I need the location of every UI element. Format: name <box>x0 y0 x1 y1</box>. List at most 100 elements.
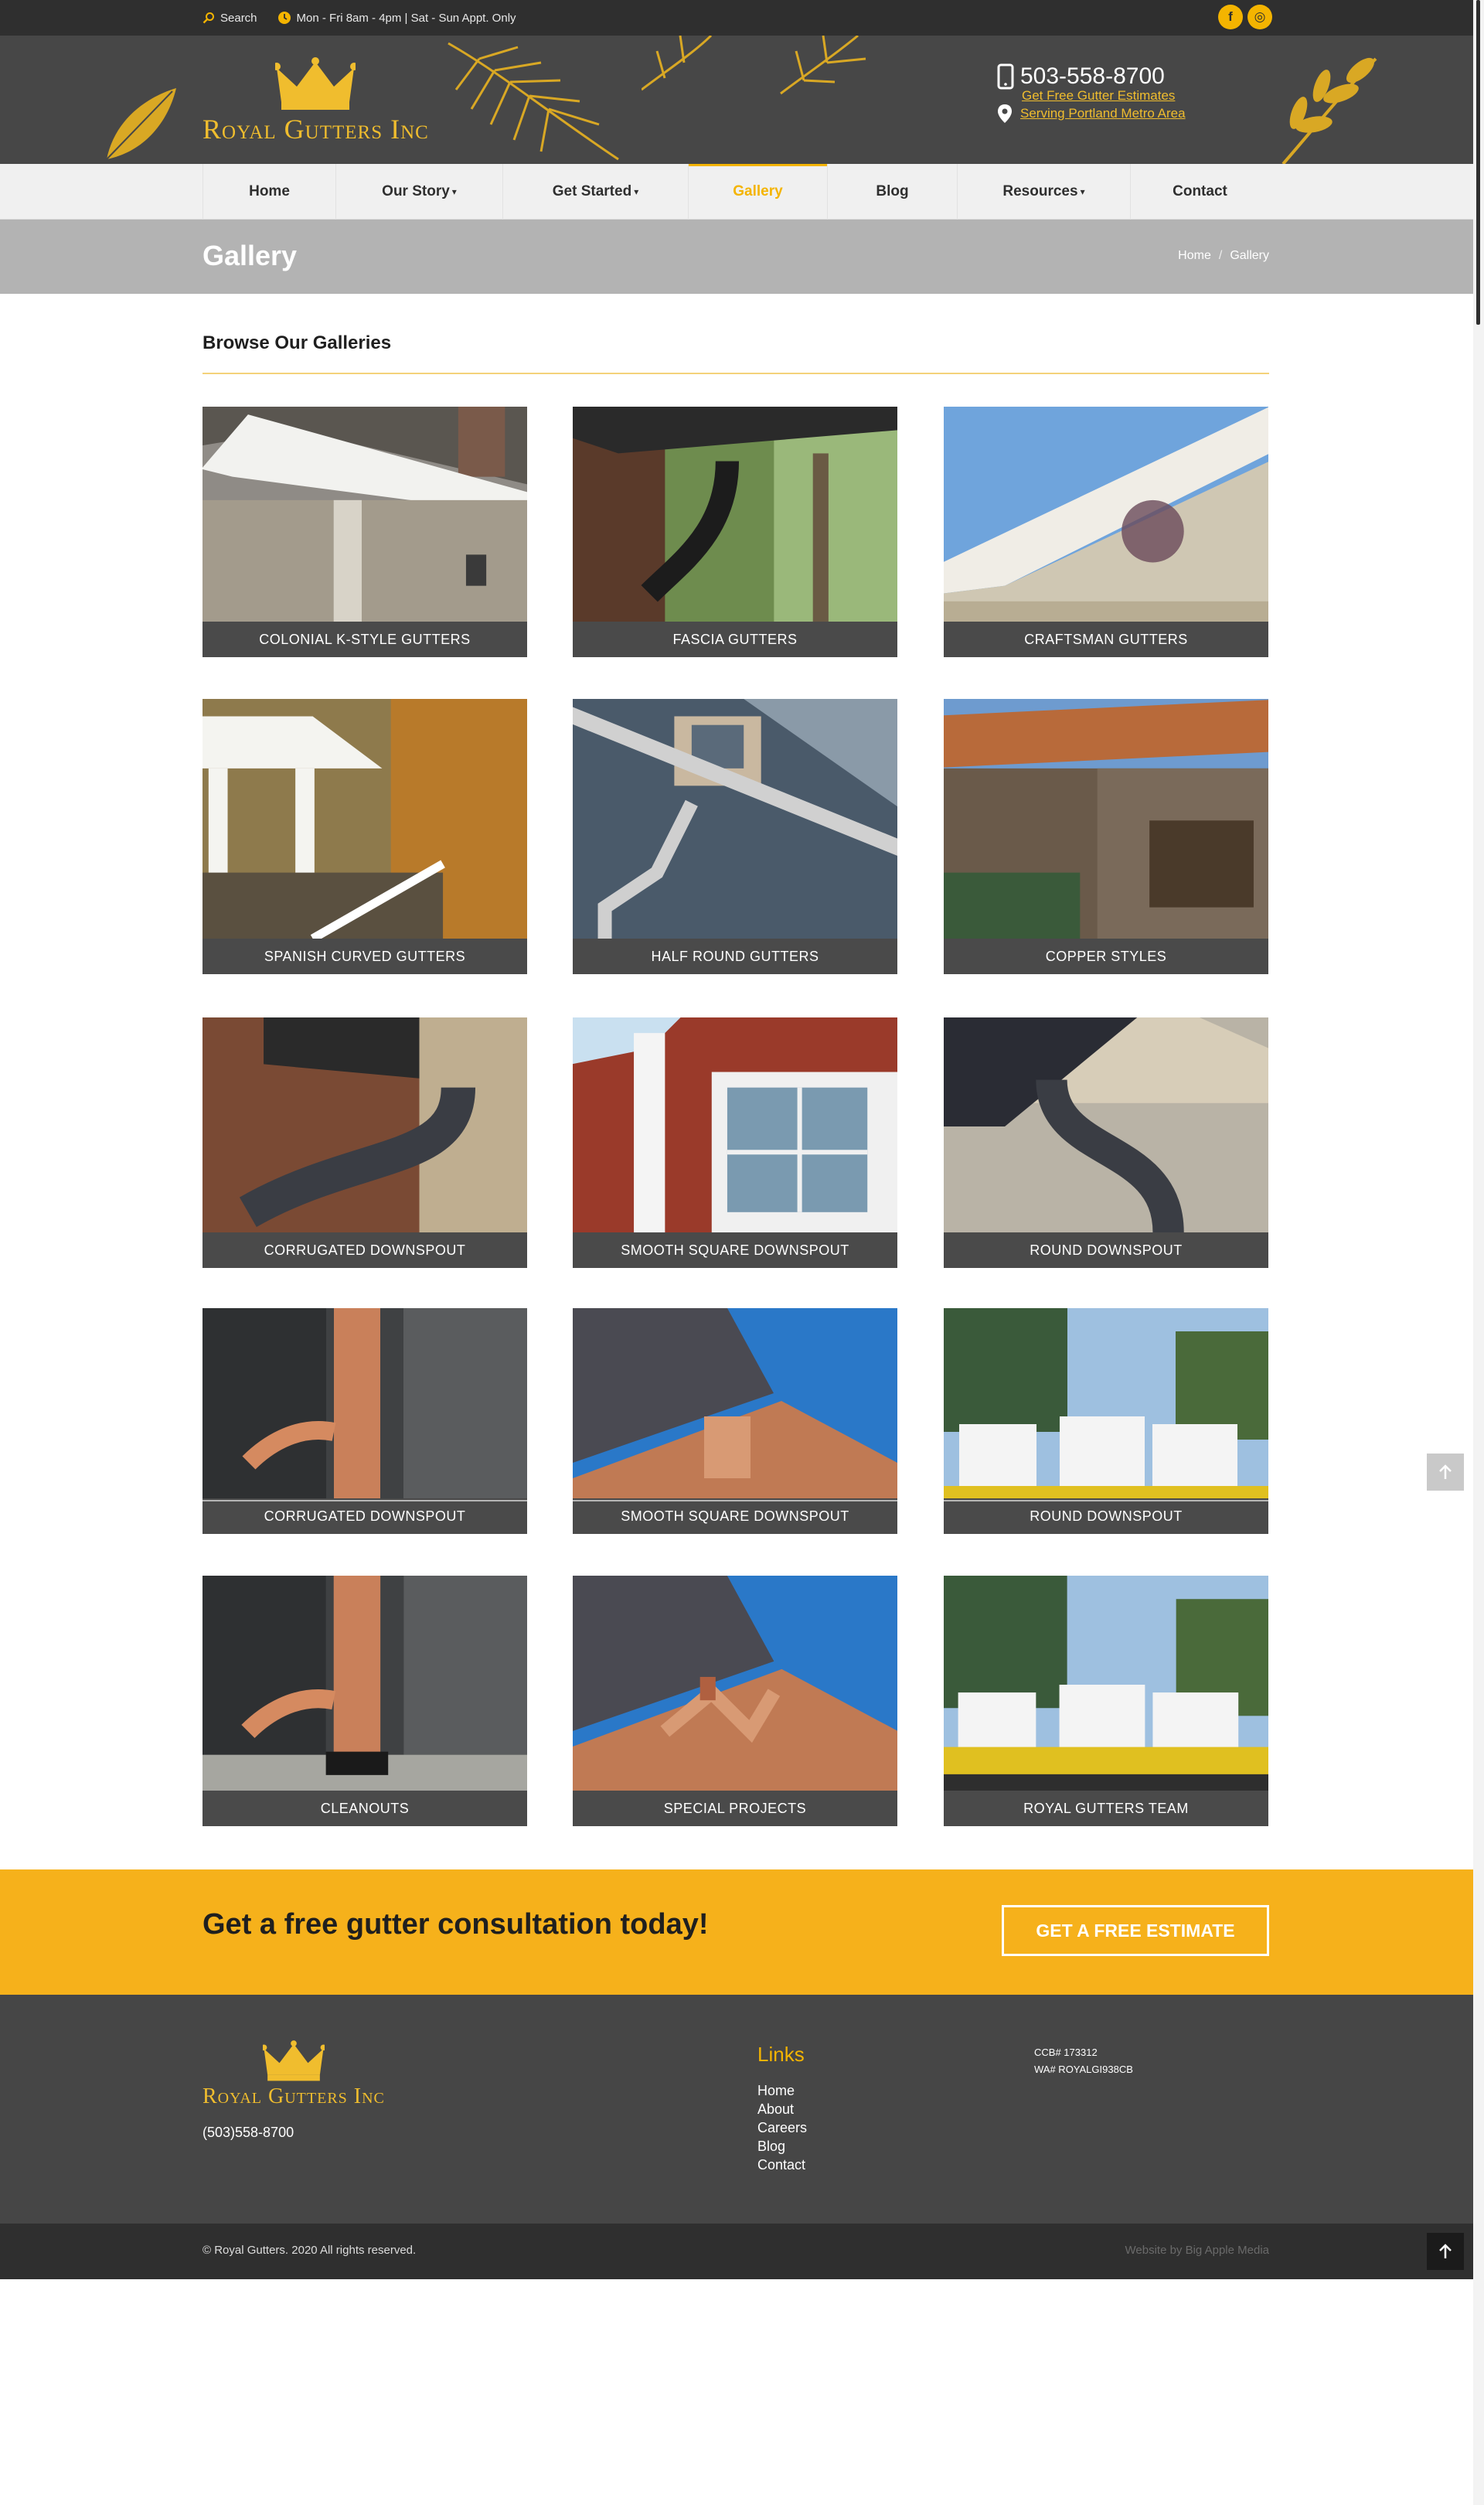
footer-link-contact[interactable]: Contact <box>757 2157 807 2173</box>
gallery-tile[interactable]: Smooth Square Downspout <box>573 1017 897 1268</box>
breadcrumb-home[interactable]: Home <box>1178 249 1211 263</box>
heading-divider <box>203 373 1269 374</box>
chevron-down-icon: ▾ <box>634 186 639 197</box>
facebook-glyph: f <box>1228 9 1233 24</box>
business-hours: Mon - Fri 8am - 4pm | Sat - Sun Appt. On… <box>277 11 516 25</box>
nav-item-label: Get Started <box>552 183 632 199</box>
gallery-photo <box>203 407 527 622</box>
footer-link-blog[interactable]: Blog <box>757 2139 807 2154</box>
gallery-tile[interactable]: Special Projects <box>573 1576 897 1826</box>
search-label: Search <box>220 11 257 25</box>
gallery-caption: Corrugated Downspout <box>203 1232 527 1268</box>
gallery-tile[interactable]: Royal Gutters Team <box>944 1576 1268 1826</box>
search-icon <box>203 12 214 24</box>
gallery-tile[interactable]: Fascia Gutters <box>573 407 897 657</box>
nav-item-label: Resources <box>1002 183 1078 199</box>
estimate-link-label: Get Free Gutter Estimates <box>1022 88 1176 103</box>
site-header: Royal Gutters Inc 503-558-8700 Get Free … <box>0 36 1473 164</box>
gallery-caption: Round Downspout <box>944 1498 1268 1534</box>
nav-item-contact[interactable]: Contact <box>1130 164 1269 220</box>
nav-item-get-started[interactable]: Get Started ▾ <box>502 164 688 220</box>
site-footer: Royal Gutters Inc (503)558-8700 Links Ho… <box>0 1995 1473 2224</box>
footer-link-home[interactable]: Home <box>757 2083 807 2098</box>
copyright: © Royal Gutters. 2020 All rights reserve… <box>203 2244 417 2257</box>
gallery-caption: Special Projects <box>573 1791 897 1826</box>
footer-logo[interactable]: Royal Gutters Inc <box>203 2040 385 2109</box>
instagram-glyph: ◎ <box>1254 9 1266 24</box>
gallery-photo <box>944 407 1268 622</box>
footer-links-title: Links <box>757 2043 805 2066</box>
gallery-photo <box>573 699 897 939</box>
gallery-tile[interactable]: Spanish Curved Gutters <box>203 699 527 974</box>
decorative-leaf-fern <box>448 42 619 161</box>
gallery-photo <box>944 1017 1268 1234</box>
gallery-photo <box>944 1576 1268 1791</box>
arrow-up-icon <box>1439 1464 1452 1479</box>
gallery-caption: Fascia Gutters <box>573 622 897 657</box>
decorative-leaf-top <box>642 36 866 95</box>
top-bar: Search Mon - Fri 8am - 4pm | Sat - Sun A… <box>0 0 1473 36</box>
nav-item-resources[interactable]: Resources ▾ <box>957 164 1130 220</box>
gallery-photo <box>203 1017 527 1232</box>
search-link[interactable]: Search <box>203 12 257 25</box>
gallery-photo <box>573 1576 897 1791</box>
instagram-icon[interactable]: ◎ <box>1247 5 1272 29</box>
browse-heading: Browse Our Galleries <box>203 332 392 353</box>
decorative-leaf-right <box>1281 57 1377 164</box>
chevron-down-icon: ▾ <box>1080 186 1085 197</box>
map-pin-icon <box>998 104 1012 123</box>
gallery-caption: Cleanouts <box>203 1791 527 1826</box>
gallery-tile[interactable]: Corrugated Downspout <box>203 1017 527 1268</box>
nav-item-blog[interactable]: Blog <box>827 164 957 220</box>
hours-text: Mon - Fri 8am - 4pm | Sat - Sun Appt. On… <box>296 11 516 25</box>
nav-item-our-story[interactable]: Our Story ▾ <box>335 164 502 220</box>
header-contact: 503-558-8700 Get Free Gutter Estimates S… <box>997 63 1186 124</box>
scroll-to-top-button[interactable] <box>1427 1454 1464 1491</box>
nav-item-home[interactable]: Home <box>203 164 335 220</box>
gallery-tile[interactable]: Half Round Gutters <box>573 699 897 974</box>
cta-heading: Get a free gutter consultation today! <box>203 1908 709 1941</box>
gallery-caption: Half Round Gutters <box>573 939 897 974</box>
social-links: f ◎ <box>1218 5 1272 29</box>
main-nav: Home Our Story ▾ Get Started ▾ Gallery Blog Res… <box>0 164 1473 220</box>
nav-item-gallery[interactable]: Gallery <box>688 164 827 220</box>
gallery-caption: Craftsman Gutters <box>944 622 1268 657</box>
scroll-to-top-button[interactable] <box>1427 2233 1464 2270</box>
page-title: Gallery <box>203 240 298 271</box>
cta-banner: Get a free gutter consultation today! GE… <box>0 1869 1473 1995</box>
logo-text: Royal Gutters Inc <box>203 114 429 145</box>
gallery-tile[interactable]: Colonial K-Style Gutters <box>203 407 527 657</box>
gallery-photo <box>203 699 527 942</box>
gallery-tile[interactable]: Round Downspout <box>944 1017 1268 1268</box>
service-area[interactable]: Serving Portland Metro Area <box>997 104 1186 124</box>
free-estimate-button[interactable]: GET A FREE ESTIMATE <box>1002 1905 1269 1956</box>
gallery-tile[interactable]: Cleanouts <box>203 1576 527 1826</box>
gallery-caption: Colonial K-Style Gutters <box>203 622 527 657</box>
license-ccb: CCB# 173312 <box>1034 2047 1098 2058</box>
facebook-icon[interactable]: f <box>1218 5 1243 29</box>
estimate-link[interactable]: Get Free Gutter Estimates <box>1022 88 1186 104</box>
gallery-tile[interactable]: Copper Styles <box>944 699 1268 974</box>
breadcrumb-separator: / <box>1218 249 1223 262</box>
page-scrollbar[interactable] <box>1473 0 1484 2505</box>
footer-link-about[interactable]: About <box>757 2101 807 2117</box>
gallery-photo <box>944 1308 1268 1522</box>
footer-logo-text: Royal Gutters Inc <box>203 2084 385 2108</box>
gallery-tile[interactable]: Craftsman Gutters <box>944 407 1268 657</box>
gallery-photo <box>573 1308 897 1522</box>
page-title-bar: Gallery Home / Gallery <box>0 220 1473 294</box>
gallery-caption: Copper Styles <box>944 939 1268 974</box>
site-logo[interactable]: Royal Gutters Inc <box>203 57 429 145</box>
gallery-caption: Smooth Square Downspout <box>573 1498 897 1534</box>
footer-link-careers[interactable]: Careers <box>757 2120 807 2135</box>
clock-icon <box>277 12 291 24</box>
site-credit[interactable]: Website by Big Apple Media <box>1125 2244 1270 2257</box>
scrollbar-thumb[interactable] <box>1476 0 1480 325</box>
mobile-phone-icon <box>997 63 1014 90</box>
footer-phone[interactable]: (503)558-8700 <box>203 2125 294 2141</box>
gallery-caption: Smooth Square Downspout <box>573 1232 897 1268</box>
license-info: CCB# 173312 WA# ROYALGI938CB <box>1034 2044 1133 2078</box>
nav-item-label: Home <box>249 183 290 199</box>
gallery-photo <box>573 1017 897 1232</box>
header-phone[interactable]: 503-558-8700 <box>997 63 1186 90</box>
